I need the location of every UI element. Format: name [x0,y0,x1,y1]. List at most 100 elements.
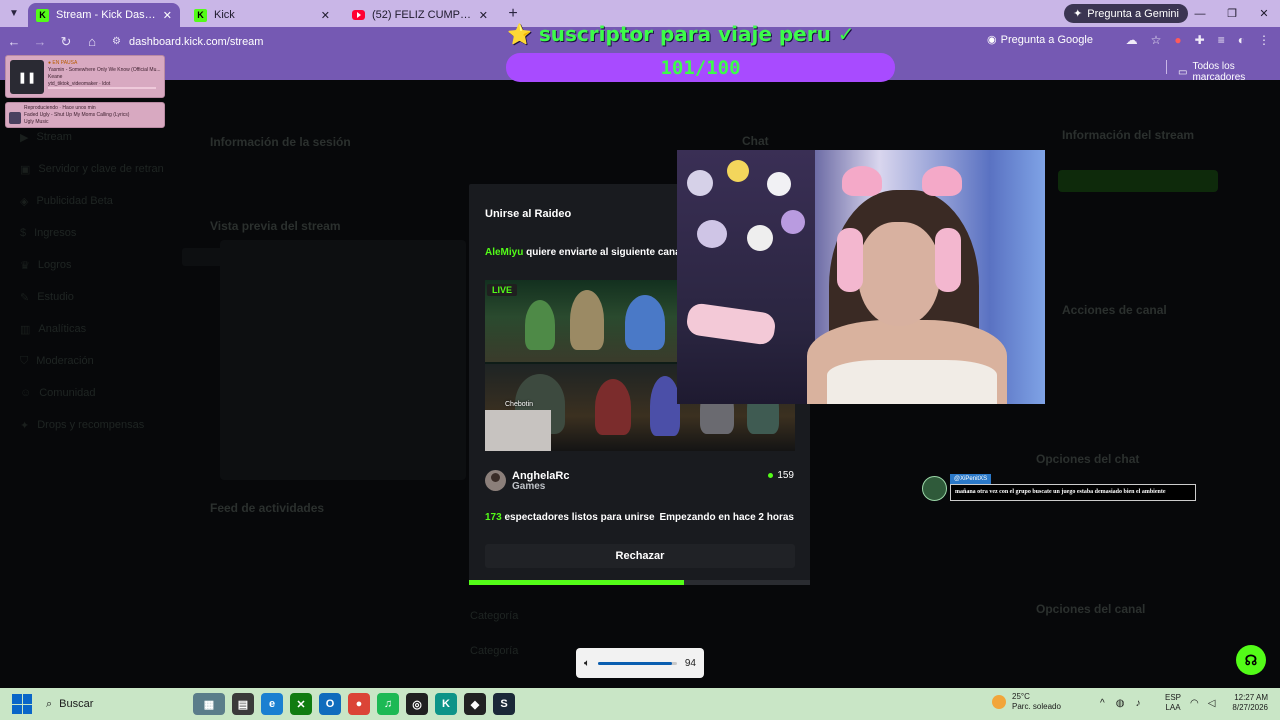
volume-icon[interactable]: ◁ [1208,698,1216,709]
media-progress-bar[interactable] [48,87,156,89]
puzzle-icon[interactable]: ✚ [1195,33,1205,47]
go-live-button [1058,170,1218,192]
stream-icon: ▶ [20,132,29,144]
minimize-icon[interactable]: — [1184,0,1216,27]
taskbar-clock[interactable]: 12:27 AM 8/27/2026 [1226,693,1268,713]
sidebar-item-community[interactable]: ☺ Comunidad [20,387,96,399]
raid-ready-viewers: 173 espectadores listos para unirse [485,512,655,523]
sidebar-item-stream[interactable]: ▶ Stream [20,131,72,144]
volume-slider[interactable] [598,661,677,665]
taskbar-search[interactable]: ⌕ Buscar [46,692,186,716]
kick-icon: K [194,8,207,22]
tab-title: Stream - Kick Dashboard [56,9,156,21]
category-label: Categoría [470,610,519,622]
edge-icon[interactable]: e [261,693,283,715]
reject-raid-button[interactable]: Rechazar [485,544,795,568]
sidebar-item-studio[interactable]: ✎ Estudio [20,291,74,304]
live-dot-icon [768,473,774,478]
cam-name-label: Chebotin [505,401,534,408]
media-player-popup[interactable]: Reproduciendo · Hace unos min Faded Ugly… [5,102,165,128]
preview-figure [570,290,604,350]
viewer-count: 159 [777,470,794,481]
lang-top: ESP [1165,693,1182,702]
restore-icon[interactable]: ❐ [1216,0,1248,27]
wifi-icon[interactable]: ◠ [1190,698,1199,709]
back-arrow-icon[interactable]: ← [2,30,26,54]
widgets-icon[interactable]: ▦ [193,693,225,715]
network-icon[interactable]: ◍ [1116,698,1125,709]
tab-stream-dashboard[interactable]: K Stream - Kick Dashboard ✕ [28,3,180,27]
activity-feed-heading: Feed de actividades [210,501,325,515]
channel-avatar[interactable] [485,470,506,491]
close-tab-icon[interactable]: ✕ [321,9,330,22]
windows-start-icon[interactable] [12,694,32,714]
ask-gemini-button[interactable]: ✦ Pregunta a Gemini [1064,4,1188,23]
streamer-face [858,222,940,326]
sidebar-item-label: Publicidad Beta [36,195,113,207]
speaker-icon[interactable]: 🔈︎ [584,658,590,669]
obs-icon[interactable]: ◎ [406,693,428,715]
media-queue-icon[interactable]: ≡ [1218,33,1225,47]
address-bar[interactable]: ⚙ dashboard.kick.com/stream [112,36,263,48]
sidebar-item-moderation[interactable]: ⛉ Moderación [20,355,94,368]
sidebar-item-label: Comunidad [39,387,96,399]
chevron-up-icon[interactable]: ^ [1100,698,1105,709]
sidebar-item-revenue[interactable]: $ Ingresos [20,227,76,239]
system-tray: ^ ◍ ♪ [1100,698,1140,709]
headset-icon: ☊ [1244,651,1258,668]
analytics-icon: ▥ [20,324,31,336]
close-window-icon[interactable]: ✕ [1248,0,1280,27]
youtube-icon [352,10,365,20]
preview-figure [595,379,631,435]
support-chat-button[interactable]: ☊ [1236,645,1266,675]
media-status: Reproduciendo · Hace unos min [24,105,96,111]
sidebar-item-analytics[interactable]: ▥ Analíticas [20,323,86,336]
mic-icon[interactable]: ♪ [1135,698,1140,709]
tab-youtube[interactable]: (52) FELIZ CUMPLEAÑOS ORIG ✕ [344,3,496,27]
spotify-icon[interactable]: ♫ [377,693,399,715]
profile-avatar-icon[interactable]: ◐ [1238,33,1245,47]
file-explorer-icon[interactable]: ▤ [232,693,254,715]
sidebar-item-drops[interactable]: ✦ Drops y recompensas [20,419,144,432]
home-icon[interactable]: ⌂ [80,30,104,54]
media-player-popup[interactable]: ❚❚ ● EN PAUSA Yasmin - Somewhere Only We… [5,55,165,98]
ready-text: espectadores listos para unirse [501,512,655,523]
close-tab-icon[interactable]: ✕ [163,9,172,22]
revenue-icon: $ [20,227,27,239]
weather-widget[interactable]: 25°C Parc. soleado [992,692,1061,712]
sidebar-item-label: Drops y recompensas [37,419,145,431]
tab-search-menu-icon[interactable]: ▼ [0,0,28,27]
forward-arrow-icon[interactable]: → [28,30,52,54]
kick-app-icon[interactable]: K [435,693,457,715]
steam-icon[interactable]: S [493,693,515,715]
bookmark-star-icon[interactable]: ☆ [1151,33,1162,47]
pause-icon[interactable]: ❚❚ [10,60,44,94]
reload-icon[interactable]: ↻ [54,30,78,54]
gift-icon: ✦ [20,420,30,432]
ask-google-button[interactable]: ◉ Pregunta a Google [987,33,1093,47]
shield-icon: ⛉ [20,355,29,367]
site-info-icon[interactable]: ⚙ [112,36,121,47]
stream-preview-panel [220,240,466,480]
more-menu-icon[interactable]: ⋮ [1258,33,1270,47]
live-badge: LIVE [487,284,518,296]
chrome-icon[interactable]: ● [348,693,370,715]
community-icon: ☺ [20,387,32,399]
sidebar-item-server[interactable]: ▣ Servidor y clave de retran [20,163,164,176]
cloud-icon[interactable]: ☁ [1126,33,1138,47]
tab-title: (52) FELIZ CUMPLEAÑOS ORIG [372,9,472,21]
close-tab-icon[interactable]: ✕ [479,9,488,22]
window-controls: — ❐ ✕ [1184,0,1280,27]
outlook-icon[interactable]: O [319,693,341,715]
xbox-icon[interactable]: ✕ [290,693,312,715]
sidebar-item-ads[interactable]: ◈ Publicidad Beta [20,195,113,208]
media-meta: ● EN PAUSA Yasmin - Somewhere Only We Kn… [48,60,162,88]
tab-kick[interactable]: K Kick ✕ [186,3,338,27]
tab-title: Kick [214,9,235,21]
capture-app-icon[interactable]: ◆ [464,693,486,715]
extension-red-icon[interactable]: ● [1174,33,1181,47]
sidebar-item-achievements[interactable]: ♛ Logros [20,259,72,272]
raider-name[interactable]: AleMiyu [485,247,523,258]
plush-toy [697,220,727,248]
language-indicator[interactable]: ESP LAA [1165,693,1181,713]
